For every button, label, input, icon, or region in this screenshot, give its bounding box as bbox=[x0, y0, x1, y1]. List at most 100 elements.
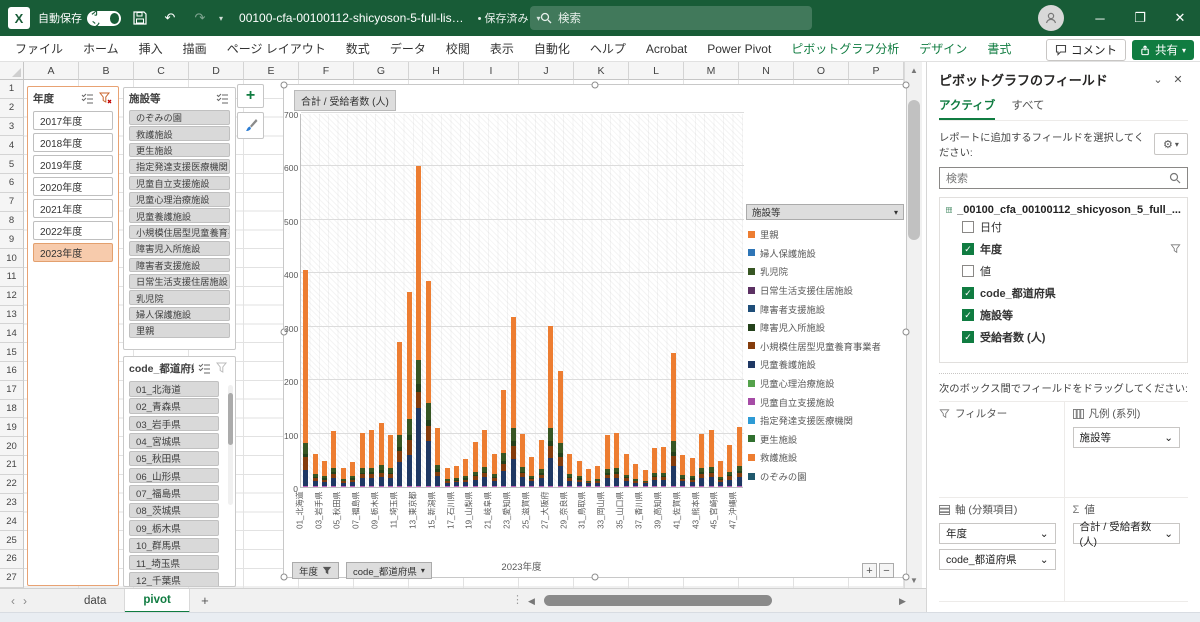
row-header-8[interactable]: 8 bbox=[0, 212, 24, 231]
row-header-11[interactable]: 11 bbox=[0, 268, 24, 287]
slicer-item[interactable]: 05_秋田県 bbox=[129, 451, 219, 467]
chart-handle[interactable] bbox=[281, 82, 288, 89]
chart-styles-brush-button[interactable] bbox=[237, 112, 264, 139]
slicer-item[interactable]: 10_群馬県 bbox=[129, 538, 219, 554]
field-checkbox[interactable]: ✓ bbox=[962, 243, 974, 255]
ribbon-tab[interactable]: 自動化 bbox=[525, 36, 579, 61]
ribbon-tab[interactable]: Power Pivot bbox=[698, 38, 780, 60]
values-area[interactable]: Σ値 合計 / 受給者数 (人)⌄ bbox=[1064, 498, 1189, 602]
row-header-26[interactable]: 26 bbox=[0, 550, 24, 569]
slicer-item[interactable]: 児童自立支援施設 bbox=[129, 176, 230, 191]
slicer-item[interactable]: 02_青森県 bbox=[129, 398, 219, 414]
slicer-item[interactable]: 09_栃木県 bbox=[129, 520, 219, 536]
redo-icon[interactable]: ↷ bbox=[189, 7, 211, 29]
field-row[interactable]: 値 bbox=[946, 260, 1181, 282]
qat-more-icon[interactable]: ▾ bbox=[219, 14, 223, 23]
row-header-13[interactable]: 13 bbox=[0, 306, 24, 325]
slicer-scrollbar[interactable] bbox=[228, 385, 233, 505]
multiselect-icon[interactable] bbox=[214, 91, 230, 105]
legend-entry[interactable]: 婦人保護施設 bbox=[748, 244, 906, 263]
row-header-22[interactable]: 22 bbox=[0, 475, 24, 494]
chart-expand-button[interactable]: + bbox=[862, 563, 877, 578]
row-header-1[interactable]: 1 bbox=[0, 80, 24, 99]
chevron-down-icon[interactable]: ⌄ bbox=[1148, 73, 1168, 86]
legend-entry[interactable]: 小規模住居型児童養育事業者 bbox=[748, 337, 906, 356]
slicer-item[interactable]: 2019年度 bbox=[33, 155, 113, 174]
slicer-item[interactable]: 12_千葉県 bbox=[129, 572, 219, 587]
slicer-pref[interactable]: code_都道府県 01_北海道02_青森県03_岩手県04_宮城県05_秋田県… bbox=[123, 356, 236, 587]
field-checkbox[interactable]: ✓ bbox=[962, 331, 974, 343]
field-row[interactable]: ✓施設等 bbox=[946, 304, 1181, 326]
sheet-tab-data[interactable]: data bbox=[66, 589, 125, 613]
saved-status[interactable]: • 保存済み bbox=[478, 10, 529, 26]
ribbon-tab[interactable]: 挿入 bbox=[130, 36, 172, 61]
legend-entry[interactable]: 障害児入所施設 bbox=[748, 318, 906, 337]
column-header-K[interactable]: K bbox=[574, 62, 629, 80]
multiselect-icon[interactable] bbox=[196, 361, 212, 375]
row-header-16[interactable]: 16 bbox=[0, 362, 24, 381]
autosave-toggle[interactable]: 自動保存 オン bbox=[38, 10, 121, 26]
legend-area[interactable]: 凡例 (系列) 施設等⌄ bbox=[1064, 402, 1189, 498]
add-sheet-button[interactable]: + bbox=[190, 593, 220, 608]
slicer-item[interactable]: 2020年度 bbox=[33, 177, 113, 196]
share-button[interactable]: 共有 ▾ bbox=[1132, 40, 1194, 60]
chart-handle[interactable] bbox=[281, 574, 288, 581]
slicer-item[interactable]: 児童養護施設 bbox=[129, 208, 230, 223]
column-header-I[interactable]: I bbox=[464, 62, 519, 80]
row-header-18[interactable]: 18 bbox=[0, 400, 24, 419]
area-pill[interactable]: 年度⌄ bbox=[939, 523, 1056, 544]
field-checkbox[interactable] bbox=[962, 221, 974, 233]
ribbon-tab[interactable]: ピボットグラフ分析 bbox=[782, 36, 908, 61]
legend-entry[interactable]: 指定発達支援医療機関 bbox=[748, 411, 906, 430]
column-header-D[interactable]: D bbox=[189, 62, 244, 80]
tab-scroll-splitter[interactable]: ⋮ bbox=[512, 593, 523, 606]
row-header-17[interactable]: 17 bbox=[0, 381, 24, 400]
row-header-10[interactable]: 10 bbox=[0, 249, 24, 268]
slicer-item[interactable]: のぞみの園 bbox=[129, 110, 230, 125]
row-header-21[interactable]: 21 bbox=[0, 456, 24, 475]
pane-tab-すべて[interactable]: すべて bbox=[1011, 97, 1044, 120]
slicer-item[interactable]: 指定発達支援医療機関 bbox=[129, 159, 230, 174]
chart-handle[interactable] bbox=[903, 574, 910, 581]
slicer-item[interactable]: 2022年度 bbox=[33, 221, 113, 240]
sheet-tab-pivot[interactable]: pivot bbox=[125, 589, 189, 613]
ribbon-tab[interactable]: デザイン bbox=[910, 36, 976, 61]
clear-filter-icon[interactable] bbox=[97, 91, 113, 105]
slicer-item[interactable]: 07_福島県 bbox=[129, 485, 219, 501]
row-header-15[interactable]: 15 bbox=[0, 343, 24, 362]
field-checkbox[interactable]: ✓ bbox=[962, 287, 974, 299]
fields-search-input[interactable]: 検索 bbox=[939, 167, 1188, 189]
sheet-next-icon[interactable]: › bbox=[12, 594, 38, 608]
row-header-3[interactable]: 3 bbox=[0, 118, 24, 137]
legend-field-button[interactable]: 施設等▾ bbox=[746, 204, 904, 220]
horizontal-scroll-thumb[interactable] bbox=[544, 595, 772, 606]
legend-entry[interactable]: 障害者支援施設 bbox=[748, 299, 906, 318]
slicer-item[interactable]: 04_宮城県 bbox=[129, 433, 219, 449]
column-header-E[interactable]: E bbox=[244, 62, 299, 80]
legend-entry[interactable]: のぞみの園 bbox=[748, 467, 906, 486]
ribbon-tab[interactable]: データ bbox=[381, 36, 435, 61]
legend-entry[interactable]: 里親 bbox=[748, 225, 906, 244]
slicer-item[interactable]: 06_山形県 bbox=[129, 468, 219, 484]
field-checkbox[interactable]: ✓ bbox=[962, 309, 974, 321]
slicer-item[interactable]: 障害児入所施設 bbox=[129, 241, 230, 256]
chart-handle[interactable] bbox=[592, 82, 599, 89]
comments-button[interactable]: コメント bbox=[1046, 39, 1126, 61]
chart-value-field-button[interactable]: 合計 / 受給者数 (人) bbox=[294, 90, 396, 111]
field-row[interactable]: 日付 bbox=[946, 216, 1181, 238]
slicer-item[interactable]: 03_岩手県 bbox=[129, 416, 219, 432]
slicer-item[interactable]: 日常生活支援住居施設 bbox=[129, 274, 230, 289]
slicer-item[interactable]: 児童心理治療施設 bbox=[129, 192, 230, 207]
chart-handle[interactable] bbox=[903, 329, 910, 336]
slicer-item[interactable]: 乳児院 bbox=[129, 290, 230, 305]
row-header-2[interactable]: 2 bbox=[0, 99, 24, 118]
field-checkbox[interactable] bbox=[962, 265, 974, 277]
legend-entry[interactable]: 日常生活支援住居施設 bbox=[748, 281, 906, 300]
slicer-item[interactable]: 里親 bbox=[129, 323, 230, 338]
legend-entry[interactable]: 更生施設 bbox=[748, 430, 906, 449]
row-header-27[interactable]: 27 bbox=[0, 569, 24, 588]
minimize-button[interactable]: ─ bbox=[1080, 0, 1120, 36]
autosave-switch[interactable]: オン bbox=[87, 11, 121, 26]
area-pill[interactable]: 合計 / 受給者数 (人)⌄ bbox=[1073, 523, 1181, 544]
column-header-L[interactable]: L bbox=[629, 62, 684, 80]
